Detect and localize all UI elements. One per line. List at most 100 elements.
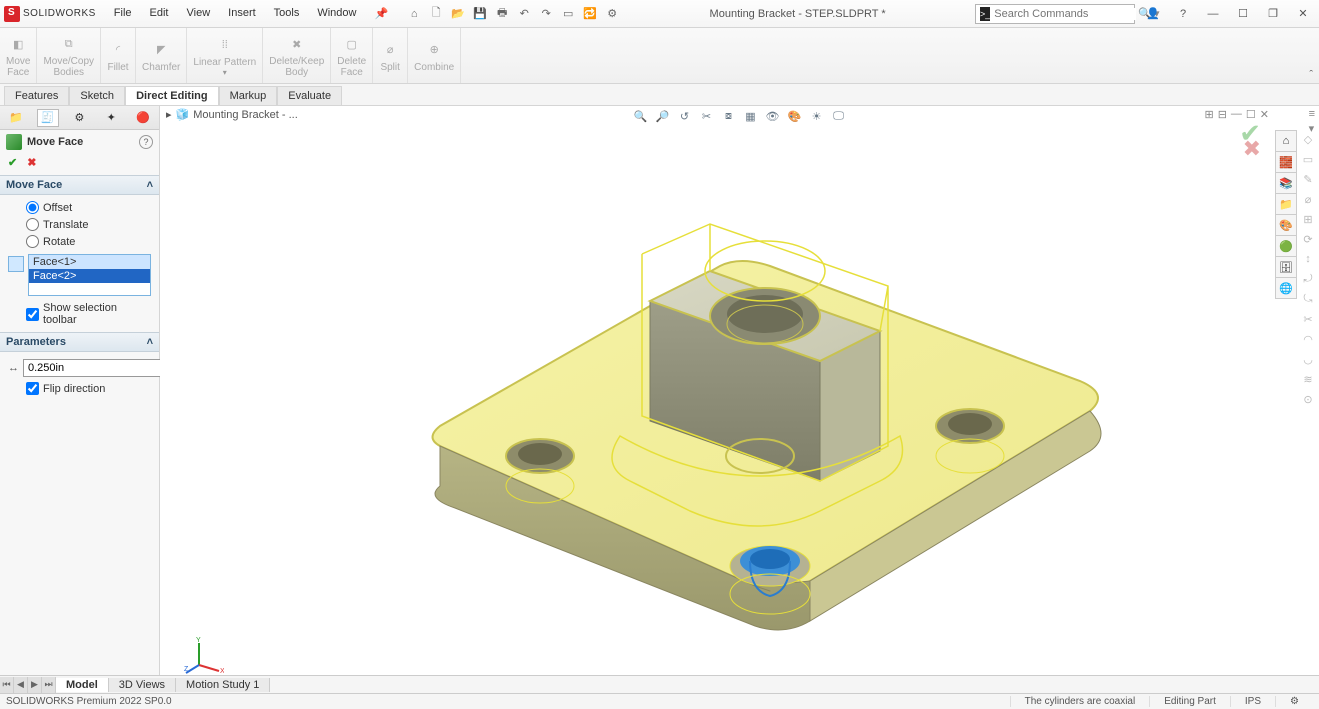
zoom-area-icon[interactable]: 🔎 — [655, 108, 671, 124]
search-input[interactable] — [994, 8, 1136, 20]
ribbon-delete-keep-body[interactable]: ✖Delete/Keep Body — [263, 28, 331, 83]
maximize-button[interactable]: ☐ — [1231, 4, 1255, 24]
breadcrumb-text[interactable]: Mounting Bracket - ... — [193, 109, 298, 121]
home-icon[interactable]: ⌂ — [406, 6, 422, 22]
rt-icon[interactable]: ◡ — [1299, 350, 1317, 368]
viewport-dd-icon[interactable]: ▾ — [1309, 122, 1315, 135]
dimxpert-tab-icon[interactable]: ✦ — [100, 109, 122, 127]
hide-show-icon[interactable]: 👁 — [765, 108, 781, 124]
view-orientation-icon[interactable]: ⧇ — [721, 108, 737, 124]
ribbon-fillet[interactable]: ◜Fillet — [101, 28, 136, 83]
menu-window[interactable]: Window — [309, 4, 364, 23]
close-button[interactable]: ✕ — [1291, 4, 1315, 24]
rt-icon[interactable]: ⊙ — [1299, 390, 1317, 408]
help-icon[interactable]: ? — [1171, 4, 1195, 24]
nav-last-icon[interactable]: ⏭ — [42, 677, 56, 693]
confirm-cancel-icon[interactable]: ✖ — [1243, 136, 1261, 162]
viewport-btn[interactable]: ☐ — [1246, 108, 1256, 121]
previous-view-icon[interactable]: ↺ — [677, 108, 693, 124]
options-icon[interactable]: ⚙ — [604, 6, 620, 22]
rt-icon[interactable]: ⌀ — [1299, 190, 1317, 208]
ribbon-move-face[interactable]: ◧Move Face — [0, 28, 37, 83]
rt-icon[interactable]: ⤿ — [1299, 290, 1317, 308]
search-commands[interactable]: >_ 🔍 ▾ — [975, 4, 1135, 24]
redo-icon[interactable]: ↷ — [538, 6, 554, 22]
menu-edit[interactable]: Edit — [142, 4, 177, 23]
orientation-triad[interactable]: Y X Z — [184, 635, 224, 675]
rt-icon[interactable]: ✂ — [1299, 310, 1317, 328]
edit-appearance-icon[interactable]: 🎨 — [787, 108, 803, 124]
ribbon-split[interactable]: ⌀Split — [373, 28, 408, 83]
menu-file[interactable]: File — [106, 4, 140, 23]
rt-icon[interactable]: ◠ — [1299, 330, 1317, 348]
rt-icon[interactable]: ⊞ — [1299, 210, 1317, 228]
face-selection-list[interactable]: Face<1> Face<2> — [28, 254, 151, 296]
taskpane-resources-icon[interactable]: 🧱 — [1275, 151, 1297, 173]
menu-tools[interactable]: Tools — [266, 4, 308, 23]
select-icon[interactable]: ▭ — [560, 6, 576, 22]
new-icon[interactable]: 🗋 — [428, 6, 444, 22]
open-icon[interactable]: 📂 — [450, 6, 466, 22]
nav-prev-icon[interactable]: ◀ — [14, 677, 28, 693]
taskpane-file-explorer-icon[interactable]: 📁 — [1275, 193, 1297, 215]
check-flip-direction[interactable]: Flip direction — [8, 380, 151, 397]
section-view-icon[interactable]: ✂ — [699, 108, 715, 124]
ribbon-combine[interactable]: ⊕Combine — [408, 28, 461, 83]
rt-icon[interactable]: ⤾ — [1299, 270, 1317, 288]
print-icon[interactable]: 🖶 — [494, 6, 510, 22]
pm-help-icon[interactable]: ? — [139, 135, 153, 149]
bottom-tab-model[interactable]: Model — [56, 678, 109, 692]
menu-pin-icon[interactable]: 📌 — [366, 4, 396, 23]
section-move-face-header[interactable]: Move Face ˄ — [0, 175, 159, 195]
rt-icon[interactable]: ▭ — [1299, 150, 1317, 168]
viewport-btn[interactable]: ✕ — [1260, 108, 1269, 121]
taskpane-appearances-icon[interactable]: 🟢 — [1275, 235, 1297, 257]
ribbon-collapse-icon[interactable]: ˆ — [1309, 69, 1313, 81]
display-manager-tab-icon[interactable]: 🔴 — [132, 109, 154, 127]
restore-button[interactable]: ❐ — [1261, 4, 1285, 24]
user-icon[interactable]: 👤 — [1141, 4, 1165, 24]
minimize-button[interactable]: — — [1201, 4, 1225, 24]
rebuild-icon[interactable]: 🔁 — [582, 6, 598, 22]
breadcrumb-expand-icon[interactable]: ▸ — [166, 108, 172, 121]
rt-icon[interactable]: ✎ — [1299, 170, 1317, 188]
face-selection-icon[interactable] — [8, 256, 24, 272]
status-extra-icon[interactable]: ⚙ — [1275, 696, 1313, 707]
tab-direct-editing[interactable]: Direct Editing — [125, 86, 219, 105]
section-parameters-header[interactable]: Parameters ˄ — [0, 332, 159, 352]
display-style-icon[interactable]: ▦ — [743, 108, 759, 124]
nav-first-icon[interactable]: ⏮ — [0, 677, 14, 693]
viewport-list-icon[interactable]: ≡ — [1309, 108, 1315, 120]
menu-insert[interactable]: Insert — [220, 4, 264, 23]
radio-offset[interactable]: Offset — [8, 199, 151, 216]
face-item-1[interactable]: Face<1> — [29, 255, 150, 269]
pm-cancel-button[interactable]: ✖ — [27, 156, 36, 169]
config-manager-tab-icon[interactable]: ⚙ — [68, 109, 90, 127]
ribbon-delete-face[interactable]: ▢Delete Face — [331, 28, 373, 83]
check-show-selection-toolbar[interactable]: Show selection toolbar — [8, 300, 151, 328]
tab-evaluate[interactable]: Evaluate — [277, 86, 342, 105]
viewport-btn[interactable]: — — [1231, 108, 1242, 121]
apply-scene-icon[interactable]: ☀ — [809, 108, 825, 124]
nav-next-icon[interactable]: ▶ — [28, 677, 42, 693]
ribbon-chamfer[interactable]: ◤Chamfer — [136, 28, 187, 83]
radio-translate[interactable]: Translate — [8, 216, 151, 233]
rt-icon[interactable]: ↕ — [1299, 250, 1317, 268]
save-icon[interactable]: 💾 — [472, 6, 488, 22]
breadcrumb[interactable]: ▸ 🧊 Mounting Bracket - ... — [166, 108, 298, 121]
pm-ok-button[interactable]: ✔ — [8, 156, 17, 169]
tab-markup[interactable]: Markup — [219, 86, 278, 105]
bottom-tab-3dviews[interactable]: 3D Views — [109, 678, 176, 692]
bottom-tab-motion[interactable]: Motion Study 1 — [176, 678, 270, 692]
distance-input[interactable] — [23, 359, 175, 377]
radio-rotate[interactable]: Rotate — [8, 233, 151, 250]
undo-icon[interactable]: ↶ — [516, 6, 532, 22]
graphics-area[interactable]: ▸ 🧊 Mounting Bracket - ... 🔍 🔎 ↺ ✂ ⧇ ▦ 👁… — [160, 106, 1319, 687]
taskpane-custom-props-icon[interactable]: 🗄 — [1275, 256, 1297, 278]
property-manager-tab-icon[interactable]: 🧾 — [37, 109, 59, 127]
rt-icon[interactable]: ⟳ — [1299, 230, 1317, 248]
feature-manager-tab-icon[interactable]: 📁 — [5, 109, 27, 127]
taskpane-view-palette-icon[interactable]: 🎨 — [1275, 214, 1297, 236]
status-units[interactable]: IPS — [1230, 696, 1275, 707]
viewport-btn[interactable]: ⊟ — [1218, 108, 1227, 121]
